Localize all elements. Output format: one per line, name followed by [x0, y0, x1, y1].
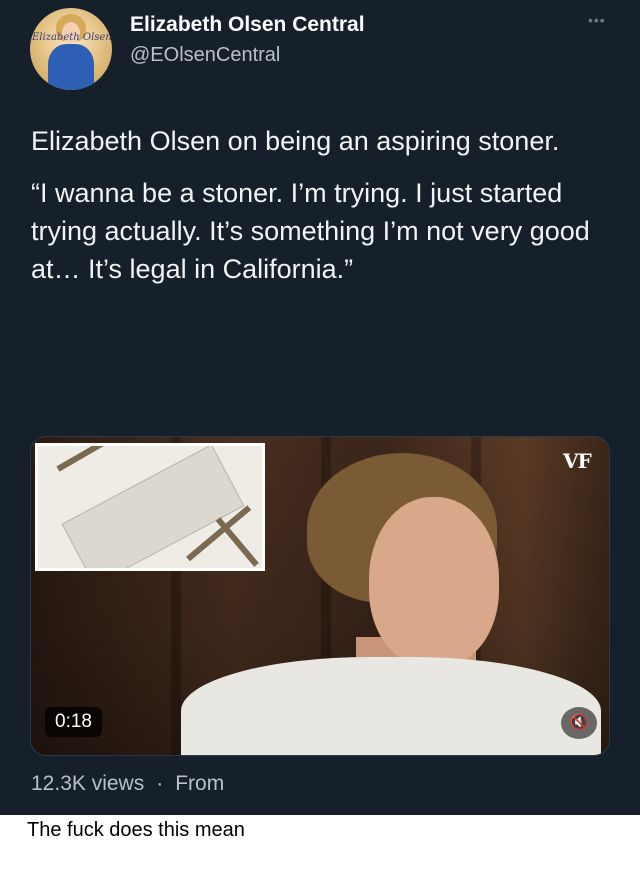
inset-bar [56, 446, 121, 472]
speaker-muted-icon[interactable]: 🔇 [561, 707, 597, 739]
views-count: 12.3K views [31, 772, 145, 795]
avatar-script-text: Elizabeth Olsen [32, 32, 112, 43]
video-timestamp: 0:18 [45, 707, 102, 737]
separator-dot: · [156, 772, 164, 795]
avatar[interactable]: Elizabeth Olsen [30, 8, 112, 90]
video-person-face [369, 497, 499, 667]
video-player[interactable]: VF 0:18 🔇 [30, 436, 610, 756]
user-handle[interactable]: @EOlsenCentral [130, 44, 280, 67]
from-link[interactable]: From [175, 772, 224, 795]
tweet-text: Elizabeth Olsen on being an aspiring sto… [31, 122, 616, 302]
video-inset-image [35, 443, 265, 571]
tweet-text-paragraph: Elizabeth Olsen on being an aspiring sto… [31, 126, 560, 156]
tweet-card[interactable]: Elizabeth Olsen Elizabeth Olsen Central … [0, 0, 640, 815]
ellipsis-icon[interactable]: ••• [588, 12, 606, 28]
inset-tray [61, 446, 245, 568]
inset-bar [215, 517, 259, 567]
meme-caption: The fuck does this mean [27, 819, 245, 841]
vf-watermark: VF [563, 449, 592, 473]
avatar-body [48, 44, 94, 90]
tweet-text-paragraph: “I wanna be a stoner. I’m trying. I just… [31, 178, 590, 284]
view-stats: 12.3K views · From [31, 772, 224, 796]
display-name[interactable]: Elizabeth Olsen Central [130, 13, 365, 37]
video-person-coat [181, 657, 601, 755]
